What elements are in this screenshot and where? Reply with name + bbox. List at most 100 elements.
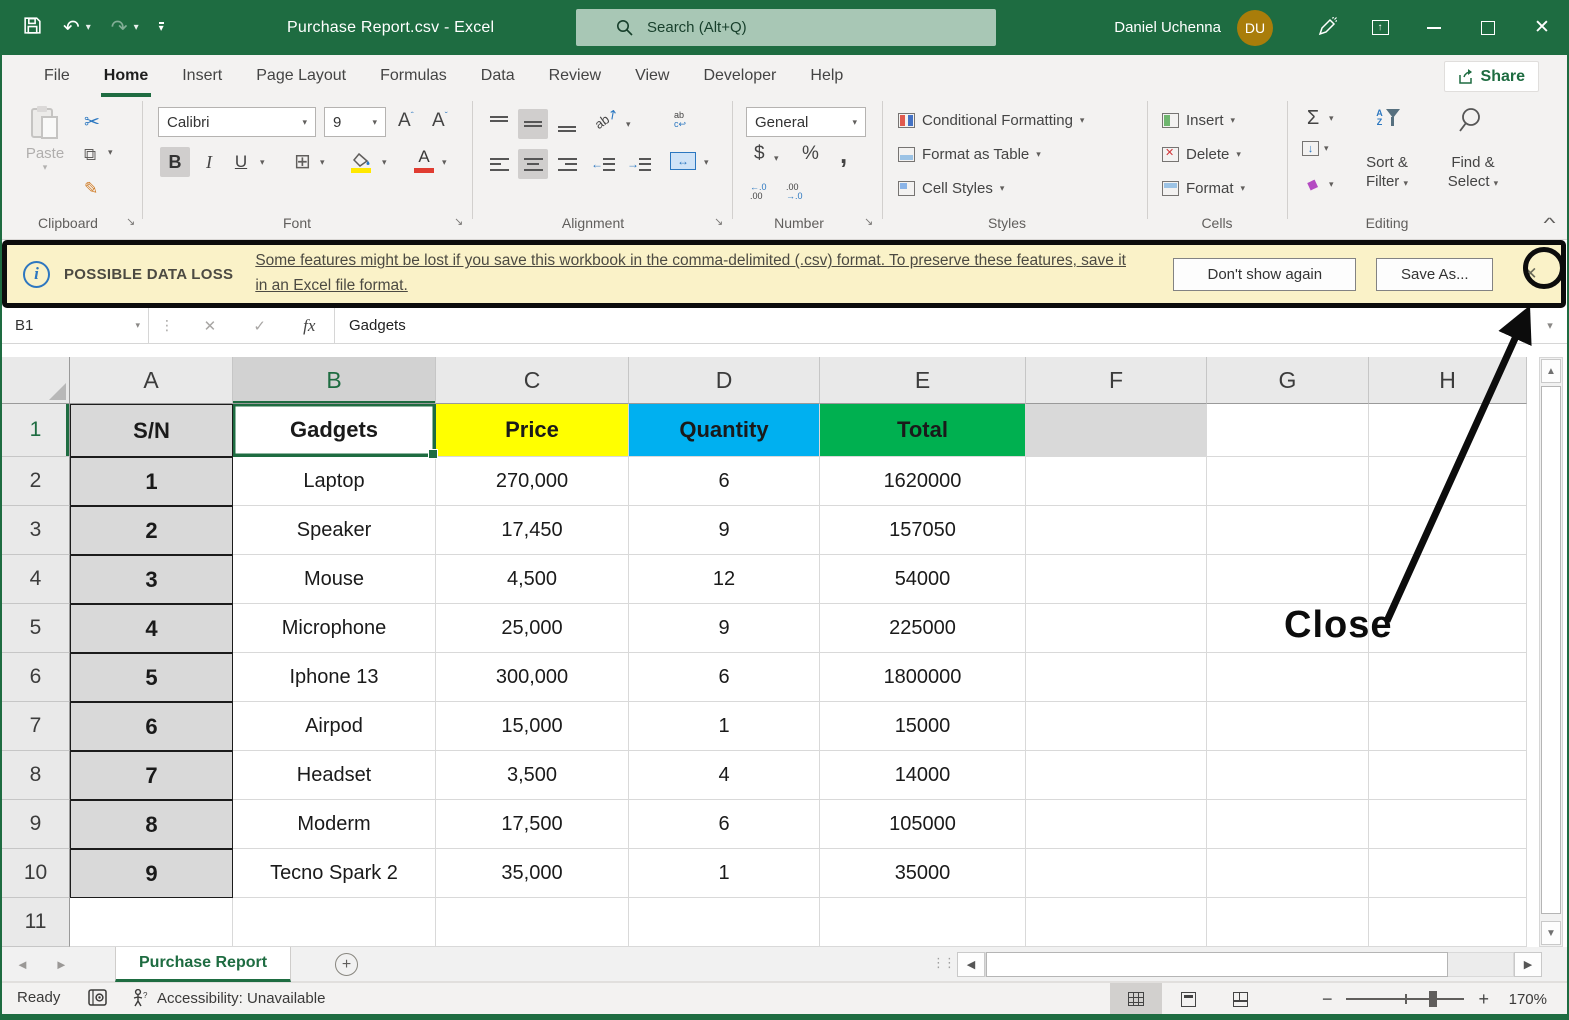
cell-B1[interactable]: Gadgets (233, 404, 438, 459)
customize-qat-icon[interactable]: ▾ (158, 22, 164, 34)
user-name[interactable]: Daniel Uchenna (1114, 19, 1221, 36)
cell-D5[interactable]: 9 (629, 604, 820, 653)
macro-record-icon[interactable] (88, 989, 107, 1010)
clipboard-dialog-launcher-icon[interactable]: ↘ (126, 215, 135, 228)
decrease-font-icon[interactable]: Aˇ (432, 110, 448, 132)
cell-B8[interactable]: Headset (233, 751, 436, 800)
cell-A9[interactable]: 8 (70, 800, 233, 849)
increase-indent-icon[interactable]: → (624, 149, 654, 179)
cell-E2[interactable]: 1620000 (820, 457, 1026, 506)
cell-F7[interactable] (1026, 702, 1207, 751)
hscroll-right-icon[interactable]: ▶ (1514, 952, 1542, 977)
window-close-button[interactable]: ✕ (1515, 0, 1569, 55)
cell-G6[interactable] (1207, 653, 1369, 702)
row-header-7[interactable]: 7 (2, 702, 70, 751)
expand-formula-bar-icon[interactable]: ▾ (1533, 308, 1567, 343)
cell-styles-button[interactable]: Cell Styles ▾ (898, 173, 1004, 203)
sheet-tab-purchase-report[interactable]: Purchase Report (115, 947, 292, 982)
merge-center-icon[interactable]: ↔ (670, 152, 696, 170)
cell-D8[interactable]: 4 (629, 751, 820, 800)
sort-filter-button[interactable]: Sort & Filter ▾ (1348, 153, 1426, 193)
format-painter-icon[interactable]: ✎ (84, 179, 98, 199)
cell-E10[interactable]: 35000 (820, 849, 1026, 898)
scroll-down-icon[interactable]: ▼ (1541, 921, 1561, 945)
row-header-1[interactable]: 1 (2, 404, 70, 457)
format-cells-button[interactable]: Format ▾ (1162, 173, 1245, 203)
cell-D6[interactable]: 6 (629, 653, 820, 702)
page-break-view-button[interactable] (1214, 983, 1266, 1015)
cell-D9[interactable]: 6 (629, 800, 820, 849)
maximize-button[interactable] (1461, 0, 1515, 55)
cell-F3[interactable] (1026, 506, 1207, 555)
row-header-6[interactable]: 6 (2, 653, 70, 702)
bottom-align-icon[interactable] (552, 109, 582, 139)
sheet-nav-right-icon[interactable]: ► (55, 957, 68, 972)
fill-button[interactable]: ↓ ▾ (1302, 141, 1329, 156)
find-select-button[interactable]: Find & Select ▾ (1434, 153, 1512, 193)
orientation-dropdown-icon[interactable]: ▾ (626, 119, 631, 130)
cell-G11[interactable] (1207, 898, 1369, 947)
cell-F5[interactable] (1026, 604, 1207, 653)
cell-C8[interactable]: 3,500 (436, 751, 629, 800)
cell-H9[interactable] (1369, 800, 1527, 849)
new-sheet-icon[interactable]: + (335, 953, 358, 976)
hscroll-left-icon[interactable]: ◀ (957, 952, 985, 977)
cell-C7[interactable]: 15,000 (436, 702, 629, 751)
cell-E6[interactable]: 1800000 (820, 653, 1026, 702)
tab-home[interactable]: Home (87, 55, 165, 97)
cell-B3[interactable]: Speaker (233, 506, 436, 555)
insert-function-icon[interactable]: fx (303, 316, 315, 336)
enter-icon[interactable]: ✓ (253, 317, 266, 335)
scroll-up-icon[interactable]: ▲ (1541, 359, 1561, 383)
cell-C3[interactable]: 17,450 (436, 506, 629, 555)
zoom-level[interactable]: 170% (1503, 991, 1547, 1008)
cell-G2[interactable] (1207, 457, 1369, 506)
row-header-2[interactable]: 2 (2, 457, 70, 506)
cell-G10[interactable] (1207, 849, 1369, 898)
tab-data[interactable]: Data (464, 55, 532, 97)
normal-view-button[interactable] (1110, 983, 1162, 1015)
align-right-icon[interactable] (552, 149, 582, 179)
cell-B5[interactable]: Microphone (233, 604, 436, 653)
conditional-formatting-button[interactable]: Conditional Formatting ▾ (898, 105, 1084, 135)
undo-icon[interactable]: ↶ (63, 15, 80, 40)
cell-A5[interactable]: 4 (70, 604, 233, 653)
italic-button[interactable]: I (194, 147, 224, 177)
column-header-B[interactable]: B (233, 357, 436, 404)
cell-H8[interactable] (1369, 751, 1527, 800)
copy-dropdown-icon[interactable]: ▾ (108, 147, 113, 158)
decrease-indent-icon[interactable]: ← (588, 149, 618, 179)
cell-G7[interactable] (1207, 702, 1369, 751)
cell-H7[interactable] (1369, 702, 1527, 751)
cell-A3[interactable]: 2 (70, 506, 233, 555)
cell-F4[interactable] (1026, 555, 1207, 604)
cell-E7[interactable]: 15000 (820, 702, 1026, 751)
cell-A7[interactable]: 6 (70, 702, 233, 751)
row-header-10[interactable]: 10 (2, 849, 70, 898)
top-align-icon[interactable] (484, 109, 514, 139)
cell-F8[interactable] (1026, 751, 1207, 800)
font-name-select[interactable]: Calibri ▾ (158, 107, 316, 137)
cell-C11[interactable] (436, 898, 629, 947)
page-layout-view-button[interactable] (1162, 983, 1214, 1015)
row-header-3[interactable]: 3 (2, 506, 70, 555)
row-header-5[interactable]: 5 (2, 604, 70, 653)
cell-B7[interactable]: Airpod (233, 702, 436, 751)
decrease-decimal-icon[interactable]: .00 →.0 (786, 183, 803, 201)
column-header-D[interactable]: D (629, 357, 820, 404)
cell-A2[interactable]: 1 (70, 457, 233, 506)
cell-C6[interactable]: 300,000 (436, 653, 629, 702)
cell-E8[interactable]: 14000 (820, 751, 1026, 800)
save-icon[interactable] (22, 15, 43, 41)
tab-help[interactable]: Help (793, 55, 860, 97)
cell-A4[interactable]: 3 (70, 555, 233, 604)
cell-H5[interactable] (1369, 604, 1527, 653)
fill-color-button[interactable] (348, 145, 376, 175)
row-header-4[interactable]: 4 (2, 555, 70, 604)
cell-B6[interactable]: Iphone 13 (233, 653, 436, 702)
cell-A11[interactable] (70, 898, 233, 947)
tab-review[interactable]: Review (532, 55, 618, 97)
increase-decimal-icon[interactable]: ←.0.00 (750, 183, 767, 201)
cell-A10[interactable]: 9 (70, 849, 233, 898)
cell-A6[interactable]: 5 (70, 653, 233, 702)
